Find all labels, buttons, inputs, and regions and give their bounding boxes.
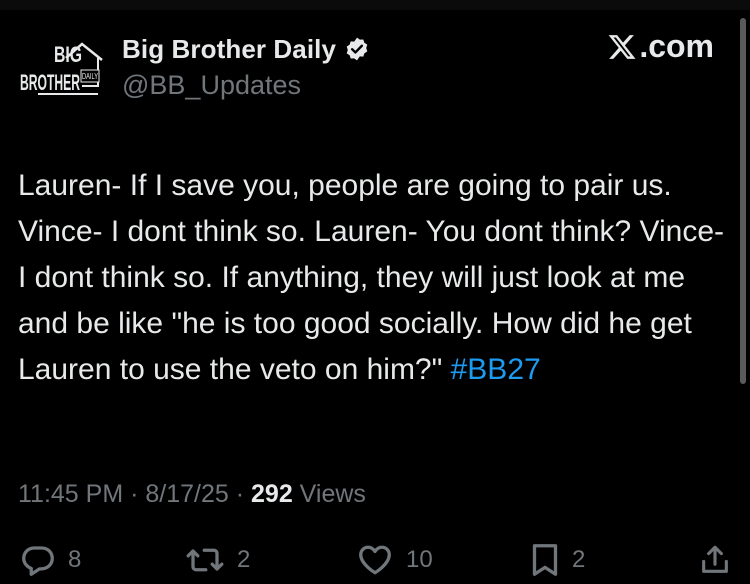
logo-text-daily: DAILY — [82, 72, 98, 81]
share-button[interactable] — [698, 540, 732, 580]
display-name[interactable]: Big Brother Daily — [122, 34, 336, 65]
views-label: Views — [292, 480, 366, 508]
bookmark-count: 2 — [572, 546, 586, 573]
site-domain: .com — [639, 28, 714, 64]
reply-count: 8 — [68, 546, 82, 573]
like-button[interactable]: 10 — [356, 540, 433, 580]
tweet-text: Lauren- If I save you, people are going … — [18, 163, 728, 393]
like-icon — [356, 542, 394, 578]
scroll-indicator[interactable] — [740, 18, 746, 384]
bookmark-icon — [530, 542, 560, 578]
handle[interactable]: @BB_Updates — [122, 68, 370, 102]
logo-text-brother: BROTHER — [20, 70, 80, 95]
share-icon — [698, 542, 732, 578]
like-count: 10 — [406, 546, 433, 573]
author-block: Big Brother Daily @BB_Updates — [122, 30, 370, 102]
big-brother-daily-logo: BIG BROTHER DAILY — [20, 42, 103, 95]
top-divider — [0, 0, 750, 10]
tweet-date[interactable]: 8/17/25 — [145, 480, 228, 508]
retweet-count: 2 — [237, 546, 251, 573]
reply-icon — [20, 542, 56, 578]
avatar[interactable]: BIG BROTHER DAILY — [18, 36, 108, 102]
bookmark-button[interactable]: 2 — [530, 540, 585, 580]
meta-separator: · — [123, 480, 146, 508]
tweet-card: BIG BROTHER DAILY Big Brother Daily @BB_… — [0, 0, 750, 584]
retweet-button[interactable]: 2 — [185, 540, 250, 580]
meta-separator: · — [228, 480, 252, 508]
x-logo-icon — [607, 32, 637, 62]
views-count: 292 — [251, 480, 293, 508]
reply-button[interactable]: 8 — [20, 540, 81, 580]
tweet-meta: 11:45 PM · 8/17/25 · 292 Views — [18, 480, 366, 509]
action-bar: 8 2 10 2 — [0, 540, 750, 584]
hashtag-link[interactable]: #BB27 — [451, 353, 541, 386]
logo-text-big: BIG — [54, 42, 82, 67]
retweet-icon — [185, 542, 225, 578]
name-row: Big Brother Daily — [122, 30, 370, 68]
x-site-label[interactable]: .com — [607, 28, 714, 65]
verified-badge-icon[interactable] — [344, 36, 370, 62]
tweet-time[interactable]: 11:45 PM — [18, 480, 123, 508]
tweet-body: Lauren- If I save you, people are going … — [18, 169, 725, 386]
